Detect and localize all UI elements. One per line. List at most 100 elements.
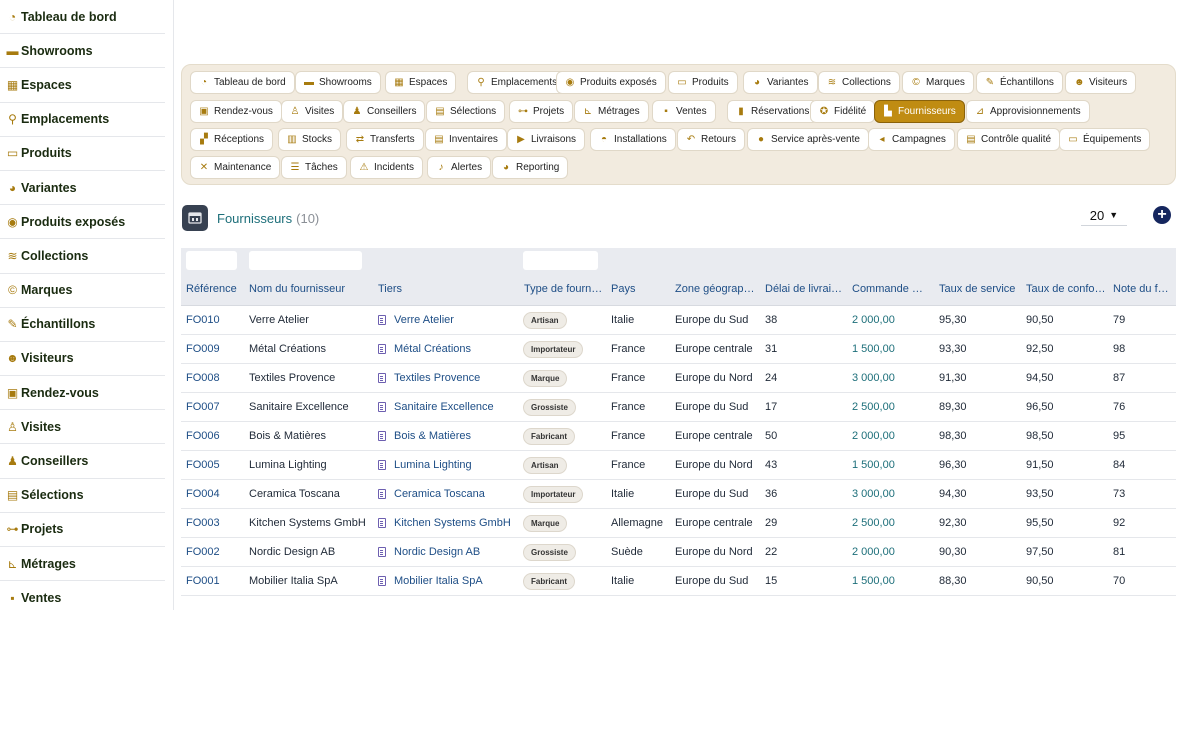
module-tab[interactable]: ⇄ Transferts: [346, 128, 424, 151]
module-tab[interactable]: ▶ Livraisons: [507, 128, 586, 151]
module-tab[interactable]: ◓ Installations: [590, 128, 676, 151]
module-tab[interactable]: ⊶ Projets: [509, 100, 574, 123]
table-row[interactable]: FO009 Métal Créations Métal Créations Impor…: [181, 335, 1176, 364]
sidebar-item[interactable]: ◔ Tableau de bord: [0, 0, 165, 35]
sidebar-item[interactable]: ⊶ Projets: [0, 513, 165, 547]
sidebar-item[interactable]: ⚲ Emplacements: [0, 103, 165, 137]
table-row[interactable]: FO003 Kitchen Systems GmbH Kitchen Systems…: [181, 509, 1176, 538]
module-tab[interactable]: ▙ Fournisseurs: [874, 100, 965, 123]
module-tab[interactable]: ▞ Réceptions: [190, 128, 274, 151]
module-tab[interactable]: ◔ Tableau de bord: [190, 71, 295, 94]
module-tab[interactable]: ▮ Réservations: [727, 100, 819, 123]
sidebar-item[interactable]: ◉ Produits exposés: [0, 205, 165, 240]
table-row[interactable]: FO001 Mobilier Italia SpA Mobilier Italia …: [181, 567, 1176, 596]
module-tab[interactable]: ☰ Tâches: [281, 156, 347, 179]
sidebar-item[interactable]: ⊾ Métrages: [0, 547, 165, 582]
sidebar-item[interactable]: ≋ Collections: [0, 239, 165, 274]
tiers-link[interactable]: Ceramica Toscana: [378, 488, 485, 500]
module-tab[interactable]: ♪ Alertes: [427, 156, 492, 179]
module-tab[interactable]: ⊿ Approvisionnements: [966, 100, 1090, 123]
module-tab[interactable]: ▤ Inventaires: [425, 128, 507, 151]
module-tab[interactable]: ▤ Contrôle qualité: [957, 128, 1061, 151]
filter-reference-input[interactable]: [186, 251, 237, 270]
sidebar-item[interactable]: ▭ Produits: [0, 137, 165, 171]
sidebar-item[interactable]: ♟ Conseillers: [0, 444, 165, 479]
column-header[interactable]: Référence: [186, 283, 241, 295]
reference-link[interactable]: FO006: [186, 430, 220, 442]
table-row[interactable]: FO004 Ceramica Toscana Ceramica Toscana Imp…: [181, 480, 1176, 509]
module-tab[interactable]: ✎ Échantillons: [976, 71, 1063, 94]
table-row[interactable]: FO002 Nordic Design AB Nordic Design AB Gro…: [181, 538, 1176, 567]
column-header[interactable]: Type de fournisseur: [524, 283, 604, 295]
module-tab[interactable]: ↶ Retours: [677, 128, 746, 151]
module-tab[interactable]: ☻ Visiteurs: [1065, 71, 1137, 94]
reference-link[interactable]: FO002: [186, 546, 220, 558]
module-tab[interactable]: ● Service après-vente: [747, 128, 869, 151]
module-tab[interactable]: ♟ Conseillers: [343, 100, 426, 123]
module-tab[interactable]: ▦ Espaces: [385, 71, 457, 94]
reference-link[interactable]: FO008: [186, 372, 220, 384]
reference-link[interactable]: FO009: [186, 343, 220, 355]
column-header[interactable]: Tiers: [378, 283, 518, 295]
tiers-link[interactable]: Kitchen Systems GmbH: [378, 517, 511, 529]
tiers-link[interactable]: Lumina Lighting: [378, 459, 472, 471]
page-size-select[interactable]: 20 ▼: [1081, 205, 1127, 226]
reference-link[interactable]: FO001: [186, 575, 220, 587]
reference-link[interactable]: FO007: [186, 401, 220, 413]
module-tab[interactable]: ◕ Reporting: [492, 156, 569, 179]
tiers-link[interactable]: Verre Atelier: [378, 314, 454, 326]
sidebar-item[interactable]: ▦ Espaces: [0, 68, 165, 103]
sidebar-item[interactable]: ▣ Rendez-vous: [0, 376, 165, 411]
module-tab[interactable]: ✕ Maintenance: [190, 156, 281, 179]
column-header[interactable]: Taux de service: [939, 283, 1019, 295]
column-header[interactable]: Délai de livraison: [765, 283, 845, 295]
column-header[interactable]: Zone géographique: [675, 283, 757, 295]
module-tab[interactable]: © Marques: [902, 71, 974, 94]
module-tab[interactable]: ⚠ Incidents: [350, 156, 424, 179]
sidebar-item[interactable]: ♙ Visites: [0, 410, 165, 445]
module-tab[interactable]: ≋ Collections: [818, 71, 900, 94]
tiers-link[interactable]: Nordic Design AB: [378, 546, 480, 558]
column-header[interactable]: Taux de conformité: [1026, 283, 1106, 295]
table-row[interactable]: FO010 Verre Atelier Verre Atelier Artisan It…: [181, 306, 1176, 335]
module-tab[interactable]: ▤ Sélections: [426, 100, 506, 123]
module-tab[interactable]: ◉ Produits exposés: [556, 71, 666, 94]
tiers-link[interactable]: Textiles Provence: [378, 372, 480, 384]
tiers-link[interactable]: Sanitaire Excellence: [378, 401, 494, 413]
filter-name-input[interactable]: [249, 251, 362, 270]
sidebar-item[interactable]: ▪ Ventes: [0, 581, 165, 610]
module-tab[interactable]: ✪ Fidélité: [810, 100, 876, 123]
column-header[interactable]: Nom du fournisseur: [249, 283, 369, 295]
tiers-link[interactable]: Bois & Matières: [378, 430, 471, 442]
module-tab[interactable]: ▬ Showrooms: [295, 71, 381, 94]
table-row[interactable]: FO007 Sanitaire Excellence Sanitaire Excel…: [181, 393, 1176, 422]
add-record-button[interactable]: +: [1153, 206, 1171, 224]
reference-link[interactable]: FO010: [186, 314, 220, 326]
module-tab[interactable]: ⊾ Métrages: [574, 100, 649, 123]
module-tab[interactable]: ▣ Rendez-vous: [190, 100, 282, 123]
sidebar-item[interactable]: © Marques: [0, 274, 165, 308]
module-tab[interactable]: ▭ Équipements: [1059, 128, 1151, 151]
module-tab[interactable]: ⚲ Emplacements: [467, 71, 567, 94]
module-tab[interactable]: ▭ Produits: [668, 71, 738, 94]
reference-link[interactable]: FO003: [186, 517, 220, 529]
table-row[interactable]: FO006 Bois & Matières Bois & Matières Fabri…: [181, 422, 1176, 451]
tiers-link[interactable]: Mobilier Italia SpA: [378, 575, 483, 587]
tiers-link[interactable]: Métal Créations: [378, 343, 471, 355]
reference-link[interactable]: FO004: [186, 488, 220, 500]
column-header[interactable]: Note du fournisseur: [1113, 283, 1173, 295]
module-tab[interactable]: ▥ Stocks: [278, 128, 342, 151]
sidebar-item[interactable]: ▬ Showrooms: [0, 34, 165, 69]
table-row[interactable]: FO005 Lumina Lighting Lumina Lighting Artis…: [181, 451, 1176, 480]
module-tab[interactable]: ◂ Campagnes: [868, 128, 955, 151]
column-header[interactable]: Pays: [611, 283, 667, 295]
sidebar-item[interactable]: ▤ Sélections: [0, 479, 165, 513]
module-tab[interactable]: ▪ Ventes: [652, 100, 716, 123]
sidebar-item[interactable]: ☻ Visiteurs: [0, 342, 165, 377]
filter-type-input[interactable]: [523, 251, 598, 270]
sidebar-item[interactable]: ◕ Variantes: [0, 171, 165, 206]
module-tab[interactable]: ♙ Visites: [281, 100, 344, 123]
sidebar-item[interactable]: ✎ Échantillons: [0, 308, 165, 342]
reference-link[interactable]: FO005: [186, 459, 220, 471]
table-row[interactable]: FO008 Textiles Provence Textiles Provence M…: [181, 364, 1176, 393]
